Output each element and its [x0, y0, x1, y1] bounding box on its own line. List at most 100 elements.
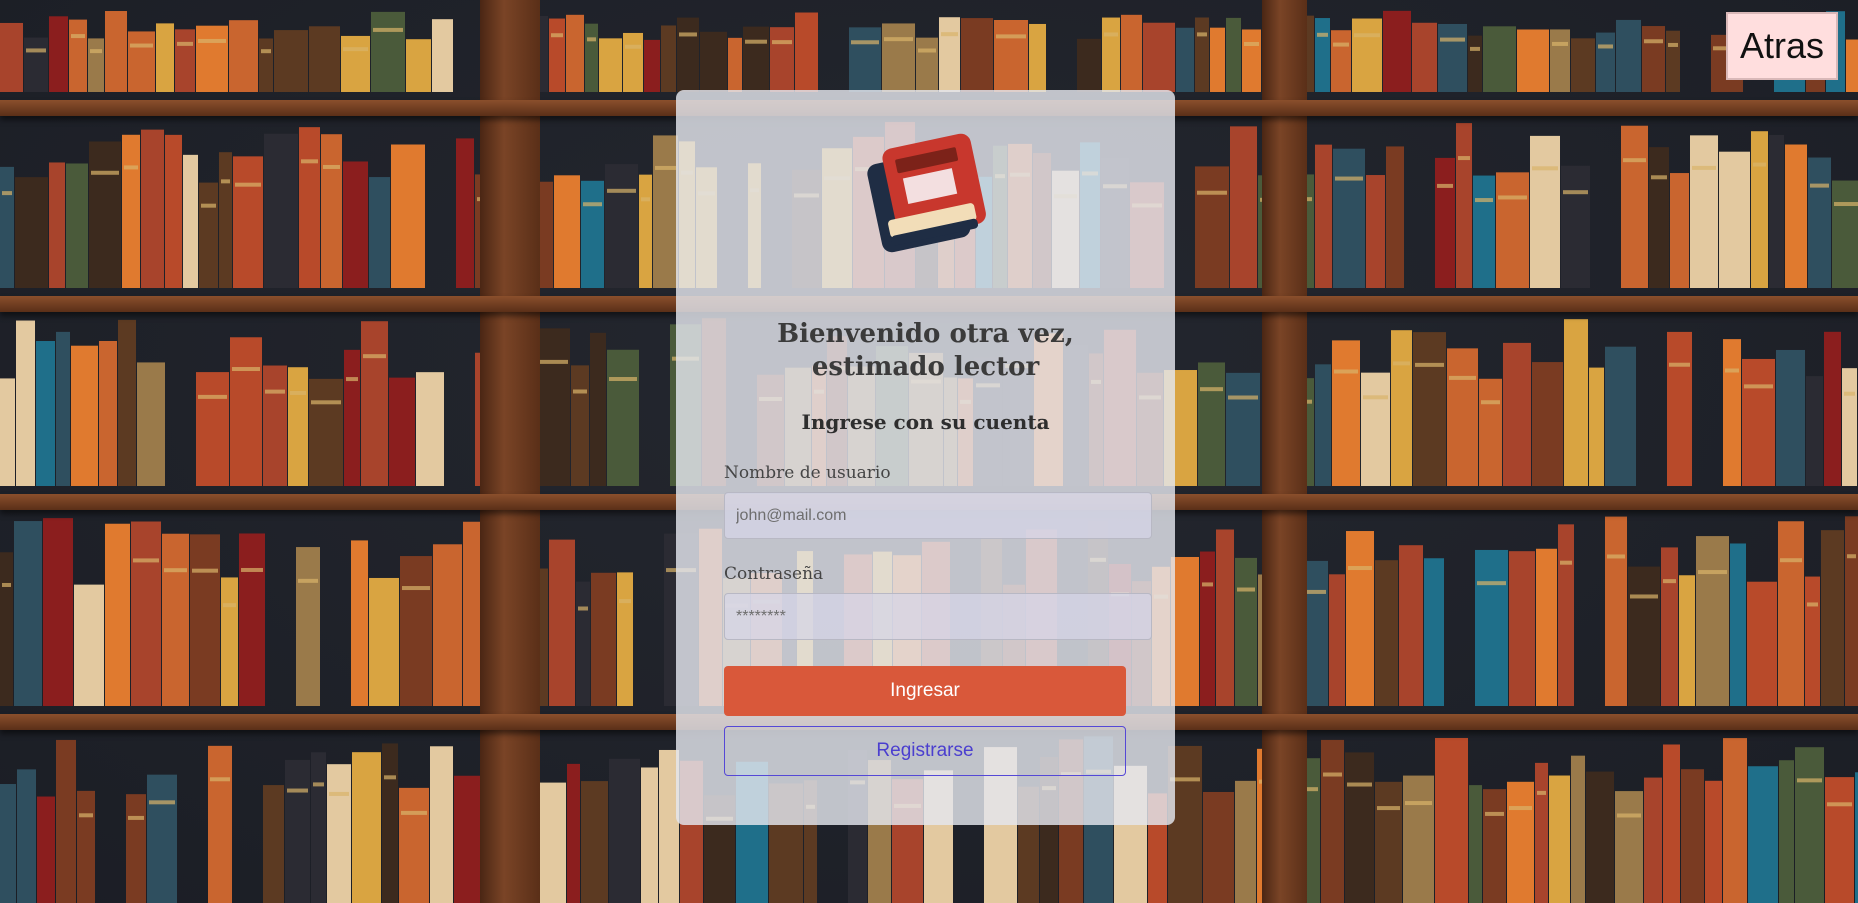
- book-spine-band: [1415, 362, 1444, 367]
- book-spine: [1121, 14, 1142, 93]
- book-spine: [961, 18, 993, 92]
- book-spine: [89, 141, 121, 288]
- book-spine: [1723, 339, 1741, 486]
- book-spine: [1805, 576, 1820, 706]
- book-spine: [263, 365, 287, 486]
- book-spine-band: [1475, 198, 1493, 203]
- book-spine-band: [26, 48, 46, 53]
- book-spine: [1469, 785, 1482, 903]
- book-spine: [882, 23, 915, 93]
- book-spine-band: [641, 197, 650, 202]
- book-spine-band: [363, 354, 386, 359]
- book-spine: [617, 572, 633, 706]
- book-spine-band: [235, 182, 261, 187]
- book-spine: [344, 349, 360, 486]
- book-spine: [1532, 362, 1563, 486]
- book-spine-band: [261, 49, 271, 54]
- book-spine: [0, 552, 13, 706]
- book-spine: [1468, 35, 1482, 92]
- book-spine: [916, 37, 938, 92]
- book-spine: [274, 30, 308, 92]
- book-spine: [141, 129, 164, 288]
- book-spine: [585, 23, 598, 92]
- book-spine-band: [573, 389, 587, 394]
- login-card: Bienvenido otra vez, estimado lector Ing…: [676, 90, 1175, 825]
- book-spine-band: [1335, 176, 1363, 181]
- book-spine-band: [1630, 594, 1658, 599]
- book-spine: [1412, 22, 1437, 93]
- book-spine: [341, 35, 370, 92]
- book-spine: [1561, 165, 1590, 288]
- book-spine: [549, 18, 565, 93]
- book-spine: [454, 775, 483, 903]
- book-spine: [77, 790, 95, 903]
- book-spine: [128, 31, 155, 92]
- password-label: Contraseña: [724, 564, 824, 584]
- book-spine: [1825, 777, 1854, 903]
- book-spine-band: [1363, 395, 1388, 400]
- book-spine-band: [587, 37, 596, 42]
- book-spine-band: [1509, 806, 1532, 811]
- back-button[interactable]: Atras: [1726, 12, 1838, 80]
- book-spine: [56, 331, 70, 486]
- shelf-pillar: [480, 0, 540, 903]
- book-spine-band: [1532, 166, 1558, 171]
- book-spine: [309, 378, 343, 486]
- book-spine-band: [1834, 202, 1858, 207]
- book-spine: [16, 320, 35, 486]
- book-spine: [66, 163, 88, 288]
- book-spine-band: [130, 43, 153, 48]
- password-input[interactable]: [724, 593, 1152, 640]
- book-spine: [1730, 543, 1746, 706]
- book-spine-band: [1810, 183, 1829, 188]
- book-spine: [263, 785, 284, 903]
- book-spine: [1483, 26, 1516, 93]
- book-spine-band: [1669, 362, 1690, 367]
- book-spine: [105, 11, 127, 92]
- username-input[interactable]: [724, 492, 1152, 539]
- book-spine-band: [1405, 801, 1432, 806]
- book-spine-band: [311, 400, 341, 405]
- book-spine: [1769, 134, 1784, 288]
- book-spine: [1507, 781, 1534, 903]
- book-spine: [1667, 331, 1692, 486]
- book-spine: [1661, 547, 1678, 706]
- book-spine: [1375, 560, 1398, 706]
- book-spine: [0, 166, 14, 288]
- book-spine: [1550, 29, 1570, 93]
- book-spine: [1435, 737, 1468, 903]
- book-spine: [700, 31, 727, 93]
- book-spine: [590, 332, 606, 486]
- book-spine-band: [298, 578, 318, 583]
- book-spine: [406, 39, 431, 92]
- book-spine: [208, 745, 232, 903]
- book-spine-band: [343, 47, 368, 52]
- book-spine: [1473, 175, 1495, 288]
- register-button[interactable]: Registrarse: [724, 726, 1126, 776]
- shelf-pillar: [1262, 0, 1307, 903]
- book-spine-band: [1598, 44, 1613, 49]
- book-spine-band: [1552, 41, 1568, 46]
- book-spine-band: [124, 165, 138, 170]
- book-spine: [382, 743, 398, 903]
- book-spine: [795, 12, 818, 93]
- book-spine: [1077, 38, 1101, 92]
- book-spine-band: [71, 34, 85, 39]
- book-spine-band: [607, 188, 636, 193]
- book-spine: [1195, 17, 1209, 93]
- book-spine: [156, 23, 174, 93]
- book-spine: [229, 20, 258, 92]
- book-spine: [1375, 781, 1402, 903]
- book-spine: [1435, 157, 1455, 288]
- book-spine: [56, 739, 76, 903]
- book-spine: [1345, 752, 1374, 903]
- book-spine: [361, 321, 388, 486]
- book-spine: [1615, 791, 1643, 903]
- book-spine: [165, 134, 182, 288]
- login-button[interactable]: Ingresar: [724, 666, 1126, 716]
- book-spine: [1571, 38, 1595, 92]
- book-spine: [1235, 780, 1256, 903]
- book-spine-band: [1393, 361, 1410, 366]
- book-spine: [1517, 29, 1549, 93]
- book-spine-band: [625, 44, 641, 49]
